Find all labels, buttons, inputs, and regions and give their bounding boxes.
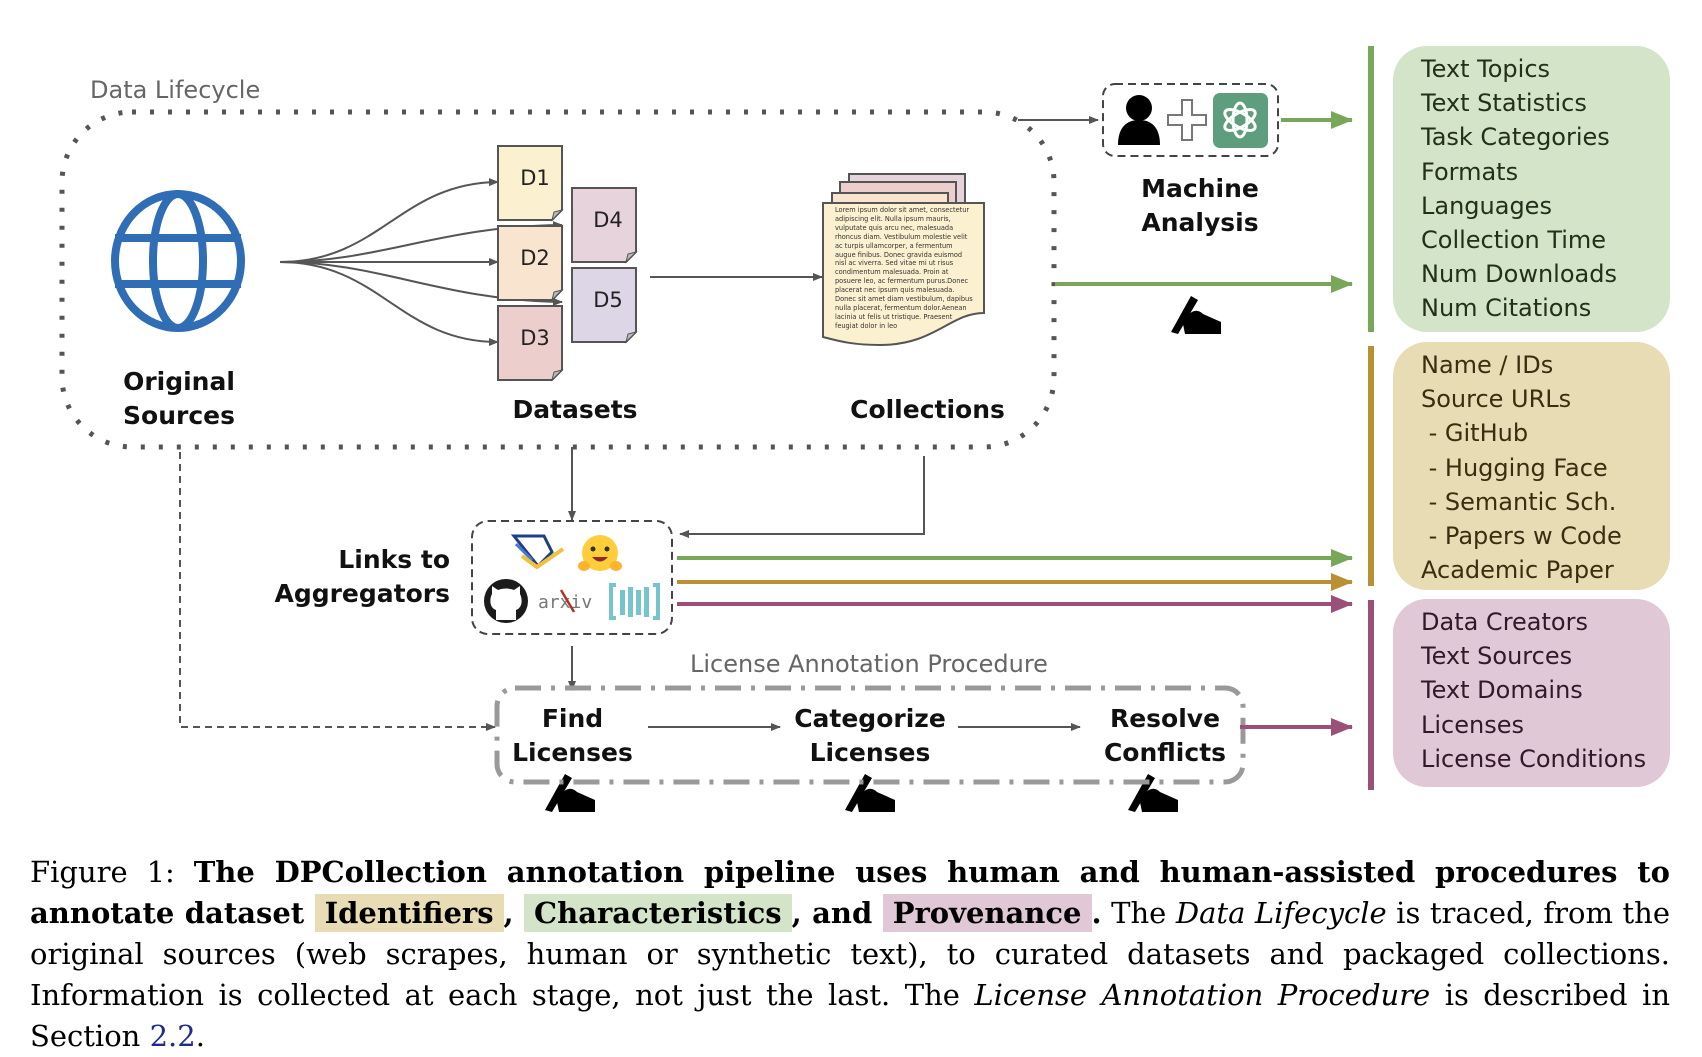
characteristics-item: Formats [1421,157,1519,186]
identifiers-item: - Semantic Sch. [1421,487,1617,516]
caption-sep1: , [503,896,525,930]
identifiers-bar [1368,346,1374,586]
identifiers-item: Academic Paper [1421,556,1614,585]
openai-logo-icon [1213,93,1268,148]
machine-analysis-line2: Analysis [1141,208,1259,237]
caption-italic-data-lifecycle: Data Lifecycle [1175,896,1387,930]
github-icon [484,579,528,623]
identifiers-item: - Hugging Face [1421,453,1608,482]
step-resolve-conflicts: Resolve Conflicts [1090,702,1240,770]
caption-italic-license-procedure: License Annotation Procedure [974,978,1431,1012]
caption-prefix: Figure 1: [30,855,194,889]
characteristics-item: Task Categories [1421,123,1610,152]
step-resolve-line1: Resolve [1109,704,1221,733]
step-categorize-line1: Categorize [794,704,946,733]
caption-text-1: The [1101,896,1176,930]
aggregators-line2: Aggregators [274,579,450,608]
aggregators-line1: Links to [338,545,450,574]
identifiers-item: Name / IDs [1421,351,1554,379]
characteristics-panel: Text Topics Text Statistics Task Categorie… [1393,46,1670,332]
semantic-scholar-icon [510,534,565,570]
step-find-line2: Licenses [512,738,633,767]
identifiers-item: - Papers w Code [1421,522,1622,551]
hand-writing-icon [1171,296,1221,334]
original-sources-label: Original Sources [104,365,254,433]
characteristics-item: Collection Time [1421,226,1607,255]
characteristics-item: Languages [1421,191,1552,220]
provenance-item: Data Creators [1421,608,1588,636]
datasets-label: Datasets [512,395,638,424]
section-reference-link[interactable]: 2.2 [150,1019,196,1053]
dataset-d1-label: D1 [520,166,550,190]
arxiv-icon: arxiv [538,589,592,613]
collection-lorem-text: Lorem ipsum dolor sit amet, consectetur … [835,206,973,330]
caption-identifiers-highlight: Identifiers [314,894,504,932]
aggregators-label: Links to Aggregators [270,543,450,611]
globe-icon [111,190,245,332]
collections-label: Collections [850,395,1005,424]
step-find-licenses: Find Licenses [500,702,645,770]
provenance-item: Licenses [1421,710,1524,739]
provenance-bar [1368,600,1374,790]
dataset-d5-label: D5 [593,288,623,312]
step-find-line1: Find [541,704,604,733]
identifiers-panel: Name / IDs Source URLs - GitHub - Hugging… [1393,342,1670,590]
license-procedure-label: License Annotation Procedure [690,650,1048,678]
characteristics-item: Text Statistics [1421,89,1587,118]
caption-text-4: . [195,1019,205,1053]
characteristics-item: Num Downloads [1421,260,1617,289]
dataset-d3-label: D3 [520,326,550,350]
papers-with-code-icon [609,583,660,620]
original-sources-line1: Original [123,367,235,396]
caption-sep2: , and [791,896,883,930]
provenance-item: Text Domains [1421,676,1583,705]
step-categorize-licenses: Categorize Licenses [785,702,955,770]
caption-characteristics-highlight: Characteristics [524,894,792,932]
data-lifecycle-label: Data Lifecycle [90,76,261,104]
machine-analysis-line1: Machine [1141,174,1259,203]
dataset-d4-label: D4 [593,208,623,232]
hugging-face-icon [578,535,622,571]
step-categorize-line2: Licenses [809,738,931,767]
caption-provenance-highlight: Provenance [882,894,1092,932]
caption-bold-end: . [1091,896,1102,930]
characteristics-item: Text Topics [1421,55,1551,83]
figure-caption: Figure 1: The DPCollection annotation pi… [30,852,1670,1057]
original-sources-line2: Sources [123,401,235,430]
provenance-panel: Data Creators Text Sources Text Domains Lic… [1393,599,1670,787]
provenance-item: License Conditions [1421,744,1647,773]
figure-diagram: arxiv Data Lifecycle Original Sources D1… [0,0,1702,840]
dataset-d2-label: D2 [520,246,550,270]
characteristics-bar [1368,46,1374,332]
machine-analysis-label: Machine Analysis [1115,172,1285,240]
person-icon [1118,95,1160,145]
provenance-item: Text Sources [1421,642,1573,671]
characteristics-item: Num Citations [1421,294,1592,323]
identifiers-item: Source URLs [1421,385,1572,414]
step-resolve-line2: Conflicts [1103,738,1227,767]
collections-to-aggregators-arrow [679,456,925,538]
identifiers-item: - GitHub [1421,419,1529,448]
plus-icon [1167,99,1207,141]
